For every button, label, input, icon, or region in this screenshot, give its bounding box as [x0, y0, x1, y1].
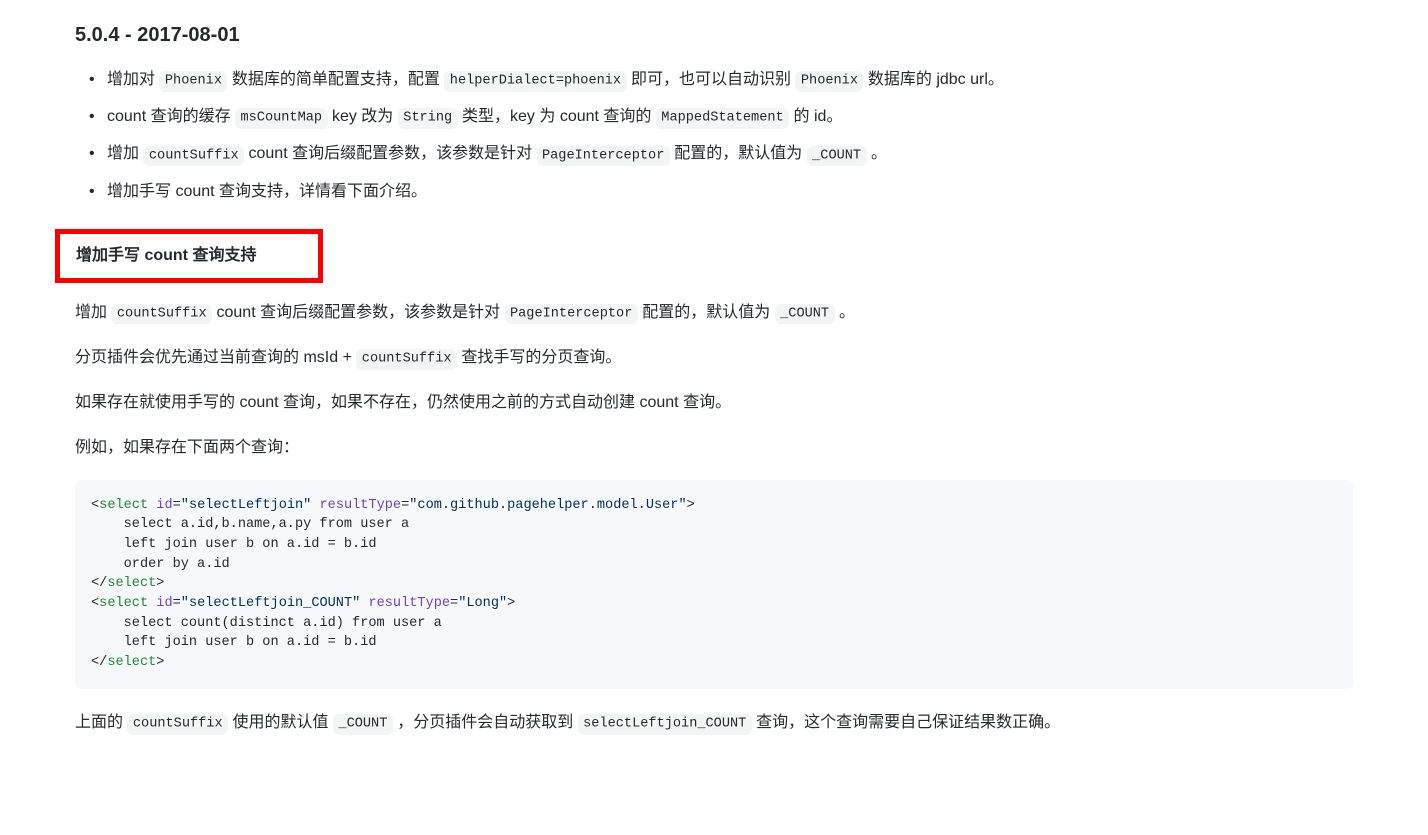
code-line: </select>: [91, 655, 164, 670]
inline-code: selectLeftjoin_COUNT: [578, 714, 752, 734]
inline-code: countSuffix: [143, 146, 244, 166]
list-item: 增加对 Phoenix 数据库的简单配置支持，配置 helperDialect=…: [107, 66, 1353, 93]
paragraph-5: 上面的 countSuffix 使用的默认值 _COUNT ，分页插件会自动获取…: [75, 709, 1353, 736]
inline-code: Phoenix: [159, 71, 227, 91]
code-line: order by a.id: [91, 557, 230, 572]
code-line: <select id="selectLeftjoin" resultType="…: [91, 498, 695, 513]
inline-code: _COUNT: [807, 146, 867, 166]
code-line: <select id="selectLeftjoin_COUNT" result…: [91, 596, 515, 611]
inline-code: countSuffix: [127, 714, 228, 734]
inline-code: _COUNT: [333, 714, 393, 734]
list-item: 增加 countSuffix count 查询后缀配置参数，该参数是针对 Pag…: [107, 140, 1353, 167]
sub-heading: 增加手写 count 查询支持: [76, 240, 256, 272]
code-line: select a.id,b.name,a.py from user a: [91, 517, 409, 532]
list-item: 增加手写 count 查询支持，详情看下面介绍。: [107, 178, 1353, 205]
inline-code: _COUNT: [775, 304, 835, 324]
highlighted-subheading-box: 增加手写 count 查询支持: [55, 229, 323, 283]
paragraph-4: 例如，如果存在下面两个查询：: [75, 434, 1353, 461]
code-line: select count(distinct a.id) from user a: [91, 616, 442, 631]
inline-code: msCountMap: [235, 108, 327, 128]
inline-code: MappedStatement: [656, 108, 789, 128]
paragraph-2: 分页插件会优先通过当前查询的 msId + countSuffix 查找手写的分…: [75, 344, 1353, 371]
xml-code-block: <select id="selectLeftjoin" resultType="…: [75, 480, 1353, 689]
inline-code: helperDialect=phoenix: [444, 71, 626, 91]
inline-code: PageInterceptor: [505, 304, 638, 324]
code-line: </select>: [91, 576, 164, 591]
inline-code: String: [398, 108, 458, 128]
list-item: count 查询的缓存 msCountMap key 改为 String 类型，…: [107, 103, 1353, 130]
inline-code: PageInterceptor: [537, 146, 670, 166]
inline-code: countSuffix: [111, 304, 212, 324]
paragraph-1: 增加 countSuffix count 查询后缀配置参数，该参数是针对 Pag…: [75, 299, 1353, 326]
inline-code: countSuffix: [356, 349, 457, 369]
code-line: left join user b on a.id = b.id: [91, 537, 377, 552]
code-line: left join user b on a.id = b.id: [91, 635, 377, 650]
section-heading: 5.0.4 - 2017-08-01: [75, 20, 1353, 50]
inline-code: Phoenix: [795, 71, 863, 91]
paragraph-3: 如果存在就使用手写的 count 查询，如果不存在，仍然使用之前的方式自动创建 …: [75, 389, 1353, 416]
changelog-list: 增加对 Phoenix 数据库的简单配置支持，配置 helperDialect=…: [75, 66, 1353, 205]
